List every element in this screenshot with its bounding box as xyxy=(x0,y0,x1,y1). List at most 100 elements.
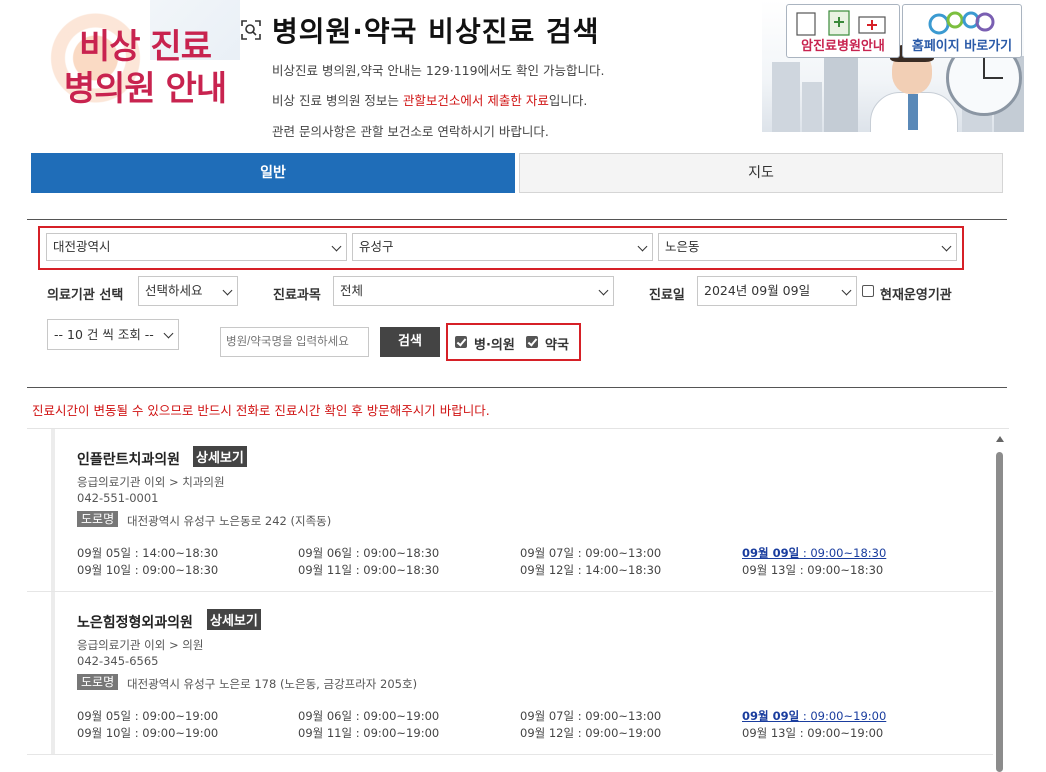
dong-select[interactable]: 노은동 xyxy=(658,233,957,261)
homepage-label: 홈페이지 바로가기 xyxy=(911,39,1013,54)
chevron-down-icon xyxy=(222,285,233,296)
institution-select-value: 선택하세요 xyxy=(145,283,203,298)
hours-day: 09월 12일 xyxy=(520,563,575,577)
cancer-hospital-button[interactable]: 암진료병원안내 xyxy=(786,4,900,58)
clinic-name[interactable]: 노은힘정형외과의원 xyxy=(77,612,193,632)
hours-entry: 09월 10일 : 09:00~18:30 xyxy=(77,563,219,577)
hours-day: 09월 07일 xyxy=(520,709,575,723)
dong-select-value: 노은동 xyxy=(665,239,700,254)
building-shape xyxy=(802,82,822,132)
cancer-hospital-label: 암진료병원안내 xyxy=(801,39,885,54)
hours-entry-today: 09월 09일 : 09:00~19:00 xyxy=(742,709,887,723)
department-select[interactable]: 전체 xyxy=(333,276,614,306)
info-line-2: 비상 진료 병의원 정보는 관할보건소에서 제출한 자료입니다. xyxy=(272,90,587,109)
city-select[interactable]: 대전광역시 xyxy=(46,233,347,261)
hours-entry: 09월 12일 : 09:00~19:00 xyxy=(520,726,662,740)
chevron-down-icon xyxy=(941,241,952,252)
detail-button[interactable]: 상세보기 xyxy=(207,609,261,630)
homepage-button[interactable]: 홈페이지 바로가기 xyxy=(902,4,1022,58)
page-title: 병의원·약국 비상진료 검색 xyxy=(272,15,600,48)
building-shape xyxy=(824,48,858,132)
hours-entry: 09월 05일 : 09:00~19:00 xyxy=(77,709,219,723)
hours-entry: 09월 07일 : 09:00~13:00 xyxy=(520,546,662,560)
page-size-select-value: -- 10 건 씩 조회 -- xyxy=(54,327,154,342)
hours-time: 09:00~19:00 xyxy=(142,726,219,740)
hours-time: 09:00~19:00 xyxy=(810,709,887,723)
district-select-value: 유성구 xyxy=(359,239,394,254)
institution-label: 의료기관 선택 xyxy=(47,288,124,303)
chevron-down-icon xyxy=(598,285,609,296)
chevron-down-icon xyxy=(163,328,174,339)
hours-day: 09월 10일 xyxy=(77,726,132,740)
institution-select[interactable]: 선택하세요 xyxy=(138,276,238,306)
hours-time: 09:00~13:00 xyxy=(585,546,662,560)
homepage-logo-icon xyxy=(928,11,995,35)
hours-entry: 09월 11일 : 09:00~18:30 xyxy=(298,563,440,577)
building-shape xyxy=(772,62,800,132)
card-rail xyxy=(51,429,55,591)
hours-time: 14:00~18:30 xyxy=(142,546,219,560)
hours-day: 09월 09일 xyxy=(742,709,800,723)
hours-entry: 09월 10일 : 09:00~19:00 xyxy=(77,726,219,740)
hours-day: 09월 05일 xyxy=(77,709,132,723)
search-button[interactable]: 검색 xyxy=(380,327,440,357)
pharmacy-checkbox-label: 약국 xyxy=(545,338,569,353)
hours-entry-today: 09월 09일 : 09:00~18:30 xyxy=(742,546,887,560)
hours-day: 09월 12일 xyxy=(520,726,575,740)
date-select[interactable]: 2024년 09월 09일 xyxy=(697,276,857,306)
hours-time: 09:00~19:00 xyxy=(142,709,219,723)
hours-time: 09:00~13:00 xyxy=(585,709,662,723)
logo-line-2: 병의원 안내 xyxy=(63,69,227,109)
card-rail xyxy=(51,592,55,754)
clinic-category: 응급의료기관 이외 > 치과의원 xyxy=(77,475,225,489)
divider xyxy=(27,219,1007,220)
open-now-checkbox[interactable] xyxy=(862,285,874,297)
info-line-2-highlight: 관할보건소에서 제출한 자료 xyxy=(402,93,549,108)
page-size-select[interactable]: -- 10 건 씩 조회 -- xyxy=(47,319,179,350)
search-input[interactable] xyxy=(220,327,369,357)
logo-line-1: 비상 진료 xyxy=(79,27,212,67)
divider xyxy=(27,387,1007,388)
chevron-down-icon xyxy=(331,241,342,252)
pharmacy-checkbox[interactable] xyxy=(526,336,538,348)
department-select-value: 전체 xyxy=(340,283,364,298)
info-line-2-post: 입니다. xyxy=(548,93,588,108)
hours-entry: 09월 12일 : 14:00~18:30 xyxy=(520,563,662,577)
results-scrollbar[interactable] xyxy=(994,432,1006,772)
clinic-phone: 042-345-6565 xyxy=(77,654,159,668)
date-label: 진료일 xyxy=(649,288,685,303)
doctor-tie xyxy=(908,94,918,130)
detail-button[interactable]: 상세보기 xyxy=(193,446,247,467)
date-select-value: 2024년 09월 09일 xyxy=(704,283,811,298)
notice-text: 진료시간이 변동될 수 있으므로 반드시 전화로 진료시간 확인 후 방문해주시… xyxy=(32,403,490,418)
department-label: 진료과목 xyxy=(273,288,321,303)
scroll-up-arrow-icon[interactable] xyxy=(996,436,1004,442)
tab-map[interactable]: 지도 xyxy=(519,153,1003,193)
promo-banner: 암진료병원안내 홈페이지 바로가기 xyxy=(762,0,1024,132)
hospital-checkbox[interactable] xyxy=(455,336,467,348)
hours-day: 09월 06일 xyxy=(298,709,353,723)
hours-entry: 09월 13일 : 09:00~18:30 xyxy=(742,563,884,577)
hours-time: 09:00~18:30 xyxy=(807,563,884,577)
clinic-address: 대전광역시 유성구 노은로 178 (노은동, 금강프라자 205호) xyxy=(127,677,418,691)
hours-day: 09월 07일 xyxy=(520,546,575,560)
hours-time: 09:00~18:30 xyxy=(363,563,440,577)
hours-entry: 09월 13일 : 09:00~19:00 xyxy=(742,726,884,740)
hours-entry: 09월 11일 : 09:00~19:00 xyxy=(298,726,440,740)
open-now-label: 현재운영기관 xyxy=(880,288,952,303)
clinic-name[interactable]: 인플란트치과의원 xyxy=(77,449,180,469)
info-line-2-pre: 비상 진료 병의원 정보는 xyxy=(272,93,403,108)
hours-time: 09:00~18:30 xyxy=(142,563,219,577)
district-select[interactable]: 유성구 xyxy=(352,233,653,261)
page-header: 병의원·약국 비상진료 검색 xyxy=(240,10,600,50)
scrollbar-thumb[interactable] xyxy=(996,452,1003,772)
hours-time: 09:00~18:30 xyxy=(810,546,887,560)
chevron-down-icon xyxy=(637,241,648,252)
hours-day: 09월 11일 xyxy=(298,563,353,577)
hours-entry: 09월 06일 : 09:00~19:00 xyxy=(298,709,440,723)
clinic-address: 대전광역시 유성구 노은동로 242 (지족동) xyxy=(127,514,332,528)
hospital-checkbox-label: 병·의원 xyxy=(474,338,515,353)
tab-general[interactable]: 일반 xyxy=(31,153,515,193)
hours-day: 09월 10일 xyxy=(77,563,132,577)
info-line-1: 비상진료 병의원,약국 안내는 129·119에서도 확인 가능합니다. xyxy=(272,63,605,78)
